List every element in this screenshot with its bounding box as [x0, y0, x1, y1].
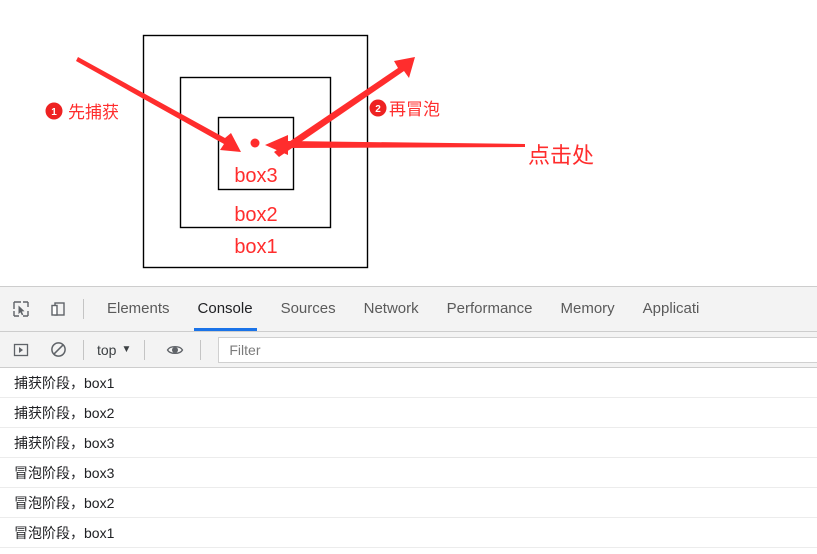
tab-performance[interactable]: Performance	[433, 287, 547, 331]
annotation-1-number: 1	[51, 107, 57, 118]
console-message[interactable]: 冒泡阶段，box3	[0, 458, 817, 488]
toolbar-separator-3	[200, 339, 202, 360]
click-point-label: 点击处	[528, 143, 594, 168]
annotation-1-label: 先捕获	[68, 103, 119, 122]
devtools-panel: Elements Console Sources Network Perform…	[0, 286, 817, 554]
devtools-tabbar: Elements Console Sources Network Perform…	[0, 287, 817, 332]
tab-application[interactable]: Applicati	[629, 287, 714, 331]
console-filter[interactable]	[218, 336, 817, 363]
live-expression-icon	[167, 345, 184, 354]
console-toolbar: top ▼	[0, 332, 817, 368]
console-message[interactable]: 冒泡阶段，box1	[0, 518, 817, 548]
console-message[interactable]: 冒泡阶段，box2	[0, 488, 817, 518]
clear-console-icon	[50, 342, 66, 357]
console-message[interactable]: 捕获阶段，box3	[0, 428, 817, 458]
tab-network[interactable]: Network	[350, 287, 433, 331]
device-toolbar-button[interactable]	[42, 294, 74, 324]
event-flow-diagram: box1 box2 box3 1 先捕获 2 再冒泡 点击处	[45, 34, 594, 269]
tabbar-separator	[83, 299, 84, 319]
box1-label: box1	[234, 236, 277, 258]
console-sidebar-icon	[13, 343, 29, 356]
box2-label: box2	[234, 204, 277, 226]
toolbar-separator-2	[144, 339, 146, 360]
tab-memory[interactable]: Memory	[547, 287, 629, 331]
click-point-dot	[250, 138, 260, 148]
live-expression-button[interactable]	[159, 335, 191, 365]
box3-label: box3	[234, 165, 277, 187]
console-filter-input[interactable]	[227, 340, 817, 359]
inspect-element-icon	[13, 301, 29, 317]
execution-context-label: top	[97, 341, 117, 358]
execution-context-selector[interactable]: top ▼	[93, 342, 135, 358]
annotation-2-label: 再冒泡	[389, 100, 440, 119]
toolbar-separator-1	[83, 339, 84, 360]
tab-console[interactable]: Console	[184, 287, 267, 331]
box1-rect[interactable]	[142, 34, 369, 269]
web-page-area: box1 box2 box3 1 先捕获 2 再冒泡 点击处	[0, 0, 817, 286]
tab-elements[interactable]: Elements	[93, 287, 184, 331]
clear-console-button[interactable]	[42, 335, 74, 365]
console-output: 捕获阶段，box1 捕获阶段，box2 捕获阶段，box3 冒泡阶段，box3 …	[0, 368, 817, 554]
device-toolbar-icon	[51, 302, 65, 316]
annotation-2-number: 2	[375, 104, 381, 115]
chevron-down-icon: ▼	[121, 343, 132, 355]
inspect-element-button[interactable]	[5, 294, 37, 324]
tab-sources[interactable]: Sources	[267, 287, 350, 331]
console-sidebar-button[interactable]	[5, 335, 37, 365]
console-message[interactable]: 捕获阶段，box1	[0, 368, 817, 398]
console-message[interactable]: 捕获阶段，box2	[0, 398, 817, 428]
